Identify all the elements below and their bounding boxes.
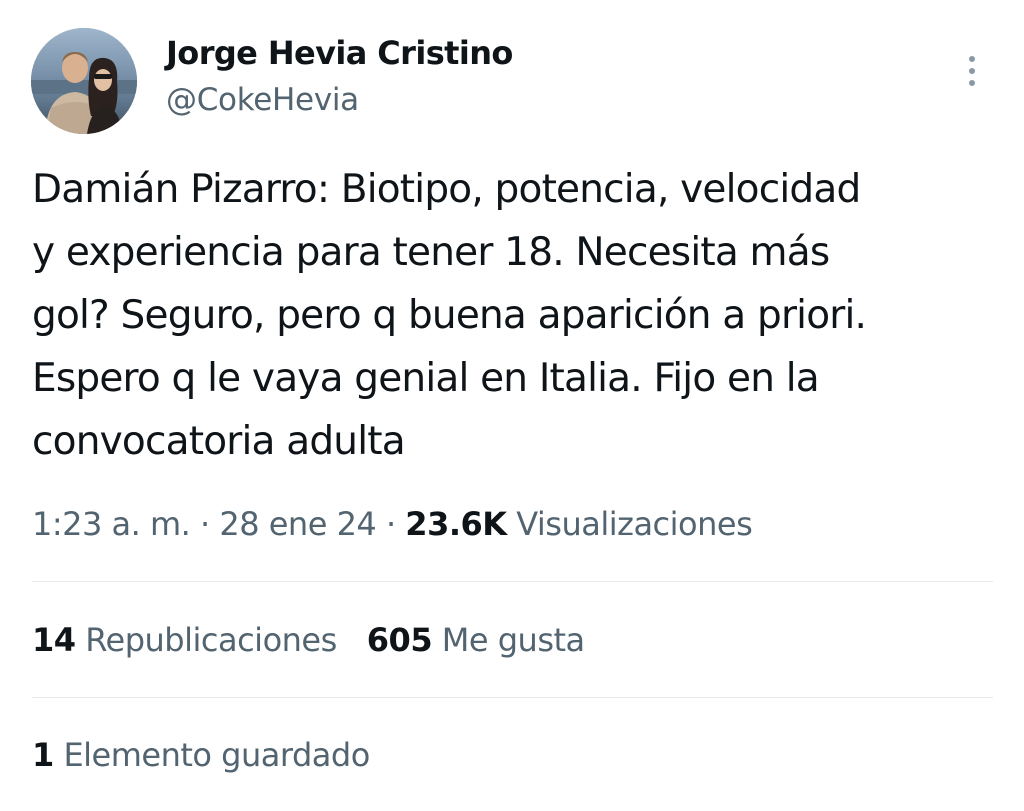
bookmarks-label: Elemento guardado	[63, 736, 370, 774]
likes-count: 605	[366, 621, 433, 659]
author-handle[interactable]: @CokeHevia	[166, 82, 359, 118]
tweet-text: Damián Pizarro: Biotipo, potencia, veloc…	[32, 167, 867, 464]
reposts-stat[interactable]: 14 Republicaciones	[32, 621, 337, 659]
tweet-time[interactable]: 1:23 a. m.	[32, 505, 191, 543]
tweet-detail: Jorge Hevia Cristino @CokeHevia Damián P…	[0, 0, 1024, 811]
tweet-meta: 1:23 a. m. · 28 ene 24 · 23.6K Visualiza…	[32, 505, 753, 543]
more-vertical-icon[interactable]	[956, 50, 988, 92]
bookmarks-stat[interactable]: 1 Elemento guardado	[32, 736, 370, 774]
avatar[interactable]	[31, 28, 137, 134]
meta-separator: ·	[200, 505, 210, 543]
author-display-name[interactable]: Jorge Hevia Cristino	[166, 34, 513, 72]
engagement-stats: 14 Republicaciones 605 Me gusta	[32, 621, 585, 659]
divider	[32, 697, 993, 698]
bookmarks-count: 1	[32, 736, 54, 774]
meta-separator: ·	[385, 505, 396, 543]
tweet-date[interactable]: 28 ene 24	[219, 505, 376, 543]
likes-label: Me gusta	[441, 621, 585, 659]
reposts-label: Republicaciones	[85, 621, 337, 659]
reposts-count: 14	[32, 621, 76, 659]
likes-stat[interactable]: 605 Me gusta	[367, 621, 585, 659]
views-count[interactable]: 23.6K	[405, 505, 507, 543]
divider	[32, 581, 993, 582]
views-label[interactable]: Visualizaciones	[516, 505, 753, 543]
avatar-photo	[31, 28, 137, 134]
